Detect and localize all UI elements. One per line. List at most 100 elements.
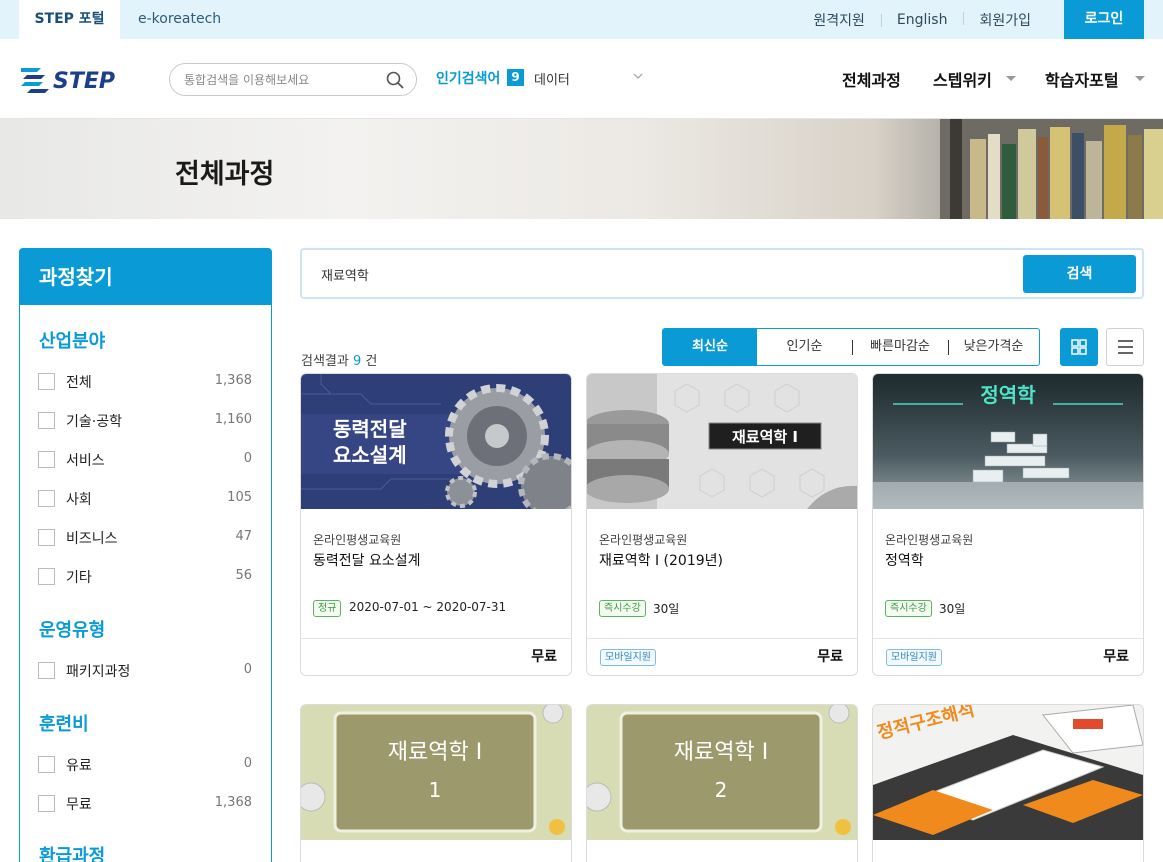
filter-label: 기타 xyxy=(66,570,92,586)
tab-step-portal[interactable]: STEP 포털 xyxy=(19,0,120,39)
course-thumbnail: 동력전달 요소설계 xyxy=(301,374,571,509)
course-org: 온라인평생교육원 xyxy=(885,533,974,547)
tab-e-koreatech[interactable]: e-koreatech xyxy=(138,0,221,39)
sort-lowest-price[interactable]: 낮은가격순 xyxy=(948,329,1039,365)
checkbox[interactable] xyxy=(38,451,55,468)
filter-item[interactable]: 전체 1,368 xyxy=(38,371,252,391)
gear-icon xyxy=(835,819,851,835)
status-badge: 정규 xyxy=(313,600,342,617)
card-divider xyxy=(301,638,571,639)
english-link[interactable]: English xyxy=(880,12,964,28)
nav-learner-portal[interactable]: 학습자포털 xyxy=(1045,67,1119,91)
filter-count: 1,368 xyxy=(214,373,252,388)
course-card[interactable]: 재료역학 I 2 xyxy=(586,704,858,862)
checkbox[interactable] xyxy=(38,568,55,585)
filter-label: 유료 xyxy=(66,758,92,774)
svg-text:요소설계: 요소설계 xyxy=(333,443,407,467)
chevron-down-icon[interactable] xyxy=(632,71,644,81)
svg-text:1: 1 xyxy=(429,778,442,802)
filter-item[interactable]: 서비스 0 xyxy=(38,449,252,469)
nav-step-wiki[interactable]: 스텝위키 xyxy=(933,67,992,91)
popular-keywords-label: 인기검색어 xyxy=(436,71,501,87)
course-search-bar: 재료역학 검색 xyxy=(300,248,1144,299)
filter-item[interactable]: 기타 56 xyxy=(38,566,252,586)
course-card[interactable]: 재료역학 I 온라인평생교육원 재료역학 I (2019년) 즉시수강 30일 … xyxy=(586,373,858,676)
svg-text:STEP: STEP xyxy=(53,69,115,94)
header: STEP 인기검색어 9 데이터 전체과정 스텝위키 학습자포털 xyxy=(0,39,1163,119)
course-price: 무료 xyxy=(1103,649,1129,665)
list-view-button[interactable] xyxy=(1106,328,1144,366)
course-thumbnail: 재료역학 I 2 xyxy=(587,705,857,840)
signup-link[interactable]: 회원가입 xyxy=(963,10,1047,30)
filter-item[interactable]: 기술·공학 1,160 xyxy=(38,410,252,430)
popular-keyword[interactable]: 데이터 xyxy=(534,69,570,88)
filter-count: 1,368 xyxy=(214,795,252,810)
sort-latest[interactable]: 최신순 xyxy=(663,329,757,365)
filter-count: 105 xyxy=(227,490,252,505)
course-card[interactable]: 정역학 온라인평생교육원 정역학 즉시수강 30일 모바일지원 무료 xyxy=(872,373,1144,676)
grid-view-button[interactable] xyxy=(1060,328,1098,366)
search-icon[interactable] xyxy=(386,71,404,89)
result-unit: 건 xyxy=(365,354,378,369)
global-search-input[interactable] xyxy=(184,70,384,90)
page-title: 전체과정 xyxy=(175,159,275,190)
course-card[interactable]: 정적구조해석 xyxy=(872,704,1144,862)
filter-section-fee: 훈련비 xyxy=(39,714,89,735)
checkbox[interactable] xyxy=(38,529,55,546)
filter-section-refund: 환급과정 xyxy=(39,846,106,862)
filter-count: 0 xyxy=(243,451,252,466)
checkbox[interactable] xyxy=(38,795,55,812)
course-card[interactable]: 동력전달 요소설계 온라인평생교육원 동력전달 요소설계 정규 2020-07-… xyxy=(300,373,572,676)
filter-section-industry: 산업분야 xyxy=(39,331,106,352)
search-button[interactable]: 검색 xyxy=(1023,255,1136,293)
nav-all-courses[interactable]: 전체과정 xyxy=(842,67,901,91)
page-banner: 전체과정 xyxy=(0,119,1163,219)
course-price: 무료 xyxy=(817,649,843,665)
grid-icon xyxy=(1071,339,1087,355)
filter-label: 전체 xyxy=(66,375,92,391)
step-logo[interactable]: STEP xyxy=(19,61,134,97)
mobile-support-badge: 모바일지원 xyxy=(886,649,942,666)
sort-popular[interactable]: 인기순 xyxy=(757,329,852,365)
filter-label: 패키지과정 xyxy=(66,664,131,680)
remote-support-link[interactable]: 원격지원 xyxy=(797,10,881,30)
course-title[interactable]: 재료역학 I (2019년) xyxy=(599,550,723,570)
course-duration: 30일 xyxy=(939,602,966,616)
checkbox[interactable] xyxy=(38,412,55,429)
course-search-input[interactable]: 재료역학 xyxy=(321,265,369,284)
caret-down-icon xyxy=(1006,76,1016,81)
course-period: 2020-07-01 ~ 2020-07-31 xyxy=(349,600,507,614)
filter-label: 비즈니스 xyxy=(66,531,118,547)
sort-tabs: 최신순 인기순 빠른마감순 낮은가격순 xyxy=(662,328,1040,366)
step-logo-mark-icon xyxy=(21,68,49,93)
checkbox[interactable] xyxy=(38,662,55,679)
mobile-support-badge: 모바일지원 xyxy=(600,649,656,666)
checkbox[interactable] xyxy=(38,373,55,390)
course-thumbnail: 재료역학 I 1 xyxy=(301,705,571,840)
svg-text:재료역학 I: 재료역학 I xyxy=(674,740,768,765)
course-duration: 30일 xyxy=(653,602,680,616)
filter-count: 0 xyxy=(243,662,252,677)
course-title[interactable]: 정역학 xyxy=(885,550,924,570)
result-number: 9 xyxy=(352,354,362,369)
svg-text:2: 2 xyxy=(715,778,728,802)
filter-count: 0 xyxy=(243,756,252,771)
course-title[interactable]: 동력전달 요소설계 xyxy=(313,550,421,570)
sort-deadline[interactable]: 빠른마감순 xyxy=(852,329,948,365)
filter-count: 1,160 xyxy=(214,412,252,427)
course-thumbnail: 정역학 xyxy=(873,374,1143,509)
filter-item[interactable]: 유료 0 xyxy=(38,754,252,774)
course-thumbnail: 정적구조해석 xyxy=(873,705,1143,840)
checkbox[interactable] xyxy=(38,490,55,507)
filter-item[interactable]: 패키지과정 0 xyxy=(38,660,252,680)
caret-down-icon xyxy=(1135,76,1145,81)
filter-item[interactable]: 사회 105 xyxy=(38,488,252,508)
filter-item[interactable]: 비즈니스 47 xyxy=(38,527,252,547)
filter-item[interactable]: 무료 1,368 xyxy=(38,793,252,813)
popular-keyword-rank: 9 xyxy=(507,69,524,86)
course-card[interactable]: 재료역학 I 1 xyxy=(300,704,572,862)
filter-label: 사회 xyxy=(66,492,92,508)
login-button[interactable]: 로그인 xyxy=(1064,0,1144,39)
checkbox[interactable] xyxy=(38,756,55,773)
top-links: 원격지원 English 회원가입 로그인 xyxy=(797,0,1163,39)
